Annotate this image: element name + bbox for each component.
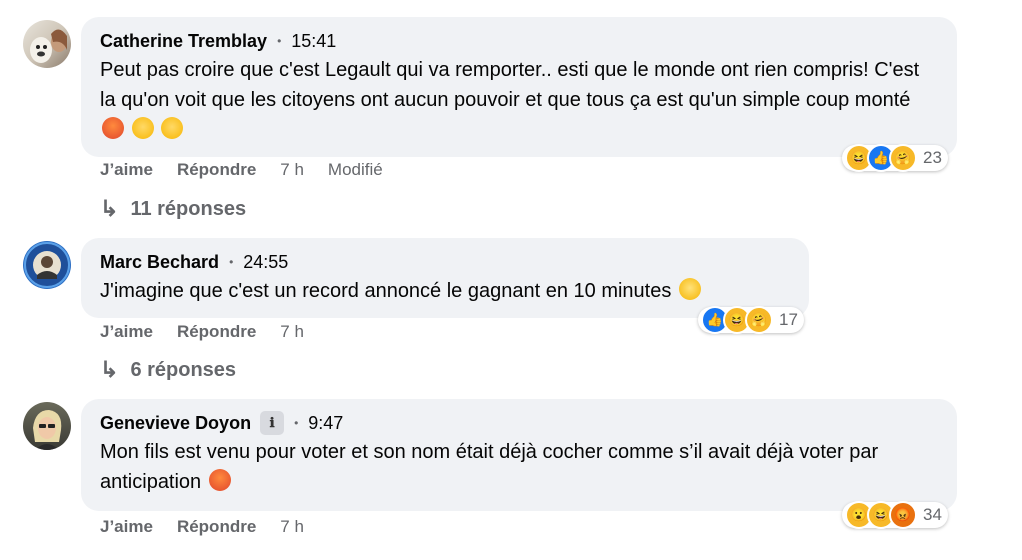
comment-age[interactable]: 7 h	[280, 322, 304, 342]
like-button[interactable]: J’aime	[100, 322, 153, 342]
reply-button[interactable]: Répondre	[177, 322, 256, 342]
reaction-count: 17	[779, 310, 798, 329]
separator-dot: •	[277, 34, 282, 48]
view-replies-button[interactable]: ↳ 11 réponses	[100, 196, 246, 222]
comment-actions: J’aime Répondre 7 h	[100, 517, 328, 537]
reactions-summary[interactable]: 😮 😆 😡 34	[842, 501, 948, 529]
like-button[interactable]: J’aime	[100, 517, 153, 537]
comment-text-body: J'imagine que c'est un record annoncé le…	[100, 280, 672, 302]
comment-age[interactable]: 7 h	[280, 517, 304, 537]
reply-button[interactable]: Répondre	[177, 160, 256, 180]
comment-actions: J’aime Répondre 7 h	[100, 322, 328, 342]
edited-label[interactable]: Modifié	[328, 160, 383, 180]
avatar[interactable]	[23, 241, 71, 289]
comment-text-body: Peut pas croire que c'est Legault qui va…	[100, 59, 920, 111]
comment-author[interactable]: Catherine Tremblay	[100, 31, 267, 52]
reply-arrow-icon: ↳	[100, 196, 119, 221]
comment-time[interactable]: 9:47	[308, 413, 343, 434]
reply-button[interactable]: Répondre	[177, 517, 256, 537]
comment-author[interactable]: Marc Bechard	[100, 252, 219, 273]
reaction-count: 23	[923, 148, 942, 167]
replies-count: 11 réponses	[130, 197, 247, 220]
comment-time[interactable]: 24:55	[243, 252, 288, 273]
avatar[interactable]	[23, 20, 71, 68]
comment-bubble: Genevieve Doyon ℹ • 9:47 Mon fils est ve…	[81, 399, 957, 511]
comment-age[interactable]: 7 h	[280, 160, 304, 180]
angry-face-icon	[208, 469, 231, 491]
comment-author[interactable]: Genevieve Doyon	[100, 413, 251, 434]
separator-dot: •	[229, 255, 234, 269]
view-replies-button[interactable]: ↳ 6 réponses	[100, 357, 236, 383]
care-icon: 🤗	[745, 306, 773, 334]
avatar[interactable]	[23, 402, 71, 450]
comment-bubble: Marc Bechard • 24:55 J'imagine que c'est…	[81, 238, 809, 318]
comment-text: J'imagine que c'est un record annoncé le…	[100, 276, 790, 306]
replies-count: 6 réponses	[130, 358, 237, 381]
reply-arrow-icon: ↳	[100, 357, 119, 382]
care-icon: 🤗	[889, 144, 917, 172]
comment-text: Peut pas croire que c'est Legault qui va…	[100, 55, 938, 145]
top-fan-badge-icon[interactable]: ℹ	[260, 411, 285, 435]
reactions-summary[interactable]: 😆 👍 🤗 23	[842, 144, 948, 172]
angry-icon: 😡	[889, 501, 917, 529]
pensive-face-icon	[161, 117, 184, 139]
comment-bubble: Catherine Tremblay • 15:41 Peut pas croi…	[81, 17, 957, 157]
reactions-summary[interactable]: 👍 😆 🤗 17	[698, 306, 804, 334]
reaction-count: 34	[923, 505, 942, 524]
like-button[interactable]: J’aime	[100, 160, 153, 180]
comment-time[interactable]: 15:41	[291, 31, 336, 52]
tears-of-joy-icon	[678, 278, 701, 300]
comment-actions: J’aime Répondre 7 h Modifié	[100, 160, 407, 180]
comment-text: Mon fils est venu pour voter et son nom …	[100, 437, 938, 497]
separator-dot: •	[294, 416, 299, 430]
pensive-face-icon	[131, 117, 154, 139]
angry-face-icon	[102, 117, 124, 139]
